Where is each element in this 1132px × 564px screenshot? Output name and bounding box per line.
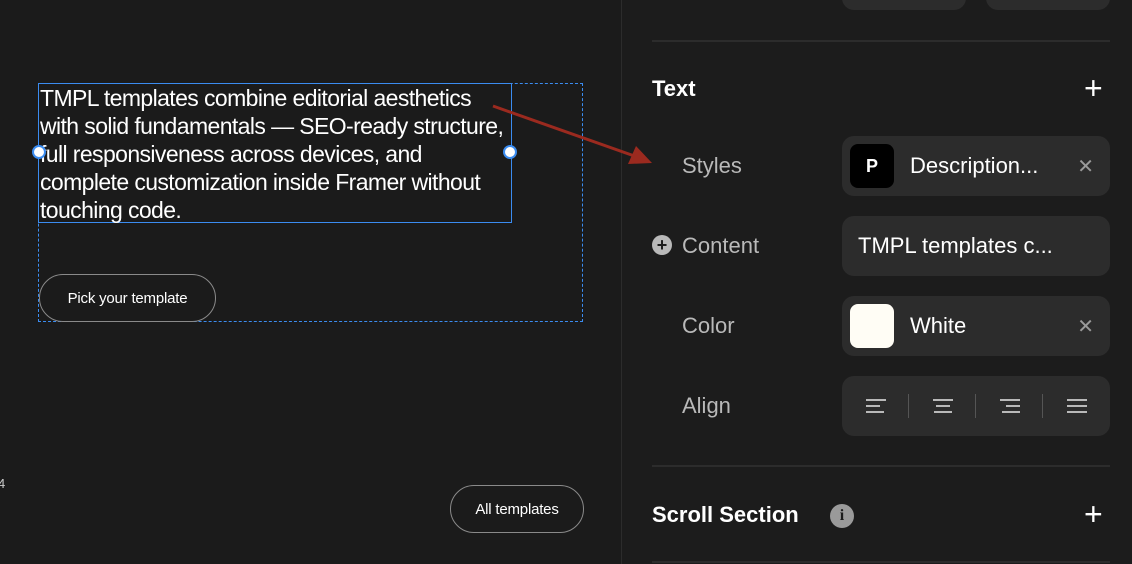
edge-number: 4 — [0, 476, 6, 491]
align-control — [842, 376, 1110, 436]
section-divider — [652, 465, 1110, 467]
content-field[interactable]: TMPL templates c... — [842, 216, 1110, 276]
top-control-left[interactable] — [842, 0, 966, 10]
text-section-title: Text — [652, 76, 696, 101]
canvas[interactable]: TMPL templates combine editorial aesthet… — [0, 0, 621, 564]
add-content-icon[interactable]: + — [652, 235, 672, 255]
remove-color-icon[interactable]: ✕ — [1077, 314, 1094, 339]
top-control-right[interactable] — [986, 0, 1110, 10]
description-text[interactable]: TMPL templates combine editorial aesthet… — [40, 84, 510, 224]
content-value: TMPL templates c... — [858, 233, 1053, 258]
section-divider — [652, 40, 1110, 42]
align-left-icon[interactable] — [842, 376, 909, 436]
add-scroll-section-icon[interactable]: + — [1084, 498, 1103, 530]
color-label: Color — [682, 313, 735, 338]
resize-handle-left[interactable] — [32, 145, 46, 159]
align-right-icon[interactable] — [976, 376, 1043, 436]
style-badge-letter: P — [865, 155, 878, 176]
pick-template-button[interactable]: Pick your template — [39, 274, 216, 322]
styles-label: Styles — [682, 153, 742, 178]
color-value: White — [910, 313, 967, 338]
info-icon[interactable]: i — [830, 504, 854, 528]
scroll-section-title: Scroll Section — [652, 502, 799, 527]
styles-field[interactable]: P Description... ✕ — [842, 136, 1110, 196]
section-divider — [652, 561, 1110, 563]
content-label: Content — [682, 233, 760, 258]
color-swatch[interactable] — [850, 304, 894, 348]
resize-handle-right[interactable] — [503, 145, 517, 159]
align-label: Align — [682, 393, 731, 418]
remove-style-icon[interactable]: ✕ — [1077, 154, 1094, 179]
color-field[interactable]: White ✕ — [842, 296, 1110, 356]
align-center-icon[interactable] — [909, 376, 976, 436]
properties-panel: Text + Styles P Description... ✕ + Conte… — [622, 0, 1132, 564]
all-templates-button[interactable]: All templates — [450, 485, 584, 533]
style-badge-icon: P — [850, 144, 894, 188]
align-justify-icon[interactable] — [1043, 376, 1110, 436]
add-text-icon[interactable]: + — [1084, 72, 1103, 104]
styles-value: Description... — [910, 153, 1039, 178]
